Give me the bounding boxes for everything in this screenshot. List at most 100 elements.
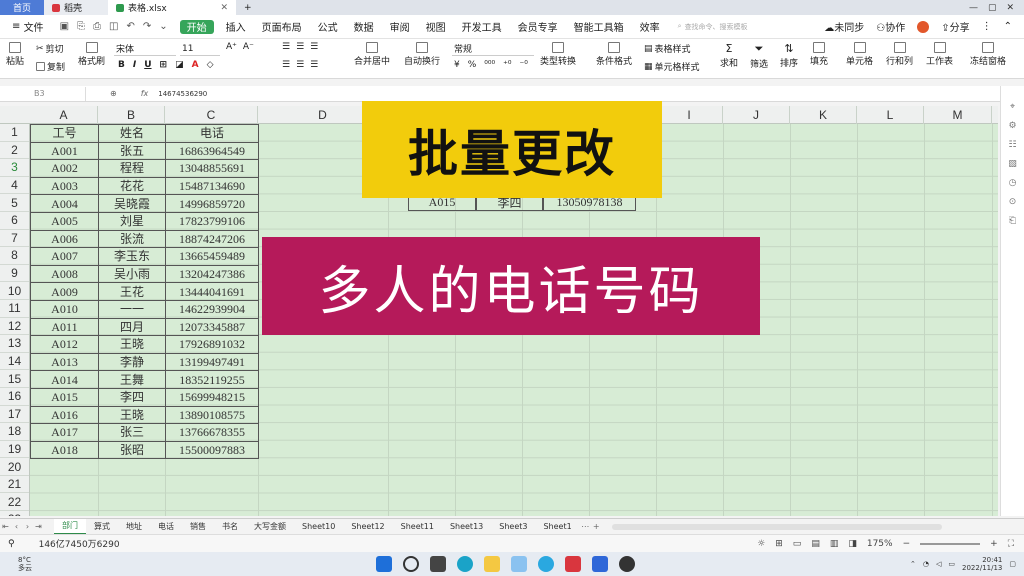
table-cell[interactable]: A005	[30, 211, 99, 231]
fill-color-icon[interactable]: ◪	[175, 60, 184, 70]
table-header-cell[interactable]: 姓名	[98, 124, 166, 143]
table-cell[interactable]: A008	[30, 264, 99, 284]
task-view-icon[interactable]	[430, 556, 446, 572]
table-cell[interactable]: 一一	[98, 299, 166, 319]
table-cell[interactable]: 14996859720	[165, 194, 259, 213]
menu-page-layout[interactable]: 页面布局	[254, 15, 310, 39]
table-cell[interactable]: A002	[30, 159, 99, 178]
table-cell[interactable]: 15500097883	[165, 440, 259, 460]
more-icon[interactable]: ⋮	[982, 21, 992, 32]
row-header-21[interactable]: 21	[0, 476, 29, 494]
sheet-tab[interactable]: Sheet11	[393, 519, 442, 535]
network-icon[interactable]: ◔	[923, 560, 929, 568]
tray-chevron-icon[interactable]: ⌃	[910, 560, 916, 568]
table-cell[interactable]: 13665459489	[165, 247, 259, 266]
menu-member[interactable]: 会员专享	[510, 15, 566, 39]
cell-button[interactable]: 单元格	[846, 42, 873, 67]
side-style-icon[interactable]: ⚙	[1008, 121, 1016, 131]
row-header-4[interactable]: 4	[0, 177, 29, 195]
row-header-5[interactable]: 5	[0, 194, 29, 212]
table-cell[interactable]: A003	[30, 176, 99, 196]
table-cell[interactable]: 13199497491	[165, 352, 259, 372]
column-header-a[interactable]: A	[30, 106, 98, 124]
font-family-select[interactable]: 宋体	[114, 42, 176, 56]
horizontal-scrollbar[interactable]	[611, 523, 942, 530]
reading-icon[interactable]: ◨	[848, 539, 857, 549]
sheet-tab[interactable]: 算式	[86, 519, 118, 535]
side-clock-icon[interactable]: ◷	[1009, 178, 1017, 188]
zoom-level[interactable]: 175%	[867, 539, 893, 549]
search-taskbar-icon[interactable]	[403, 556, 419, 572]
sort-button[interactable]: ⇅ 排序	[780, 42, 798, 69]
table-cell[interactable]: A013	[30, 352, 99, 372]
menu-start[interactable]: 开始	[179, 19, 214, 34]
sheet-tab[interactable]: 大写金额	[246, 519, 294, 535]
fx-icon[interactable]: fx	[141, 89, 149, 98]
table-cell[interactable]: 张昭	[98, 440, 166, 460]
menu-review[interactable]: 审阅	[382, 15, 418, 39]
table-cell[interactable]: 张流	[98, 229, 166, 249]
windows-start-icon[interactable]	[376, 556, 392, 572]
wrap-text-button[interactable]: 自动换行	[404, 42, 440, 67]
row-header-1[interactable]: 1	[0, 124, 29, 142]
row-header-23[interactable]: 23	[0, 511, 29, 516]
tab-home[interactable]: 首页	[0, 0, 44, 15]
table-style-button[interactable]: ▤ 表格样式	[644, 42, 691, 56]
number-format-select[interactable]: 常规	[452, 42, 534, 56]
normal-view-icon[interactable]: ▭	[793, 539, 802, 549]
sheet-tab[interactable]: Sheet1	[535, 519, 579, 535]
decimal-decrease-icon[interactable]: ⁻⁰	[519, 60, 527, 70]
sheet-tab[interactable]: 书名	[214, 519, 246, 535]
fullscreen-icon[interactable]: ⛶	[1008, 539, 1014, 549]
table-cell[interactable]: 17823799106	[165, 211, 259, 231]
export-icon[interactable]: ⎘	[77, 21, 85, 32]
store-icon[interactable]	[511, 556, 527, 572]
row-header-20[interactable]: 20	[0, 458, 29, 476]
table-cell[interactable]: 15699948215	[165, 387, 259, 407]
menu-insert[interactable]: 插入	[218, 15, 254, 39]
column-header-b[interactable]: B	[98, 106, 165, 124]
conditional-format-button[interactable]: 条件格式	[596, 42, 632, 67]
table-cell[interactable]: 吴小雨	[98, 264, 166, 284]
table-cell[interactable]: 16863964549	[165, 141, 259, 161]
table-cell[interactable]: 王花	[98, 282, 166, 301]
paste-button[interactable]: 粘贴	[6, 42, 24, 67]
zoom-search-icon[interactable]: ⊕	[110, 89, 117, 98]
worksheet-button[interactable]: 工作表	[926, 42, 953, 67]
side-select-icon[interactable]: ⌖	[1010, 102, 1015, 112]
app-icon[interactable]	[538, 556, 554, 572]
fill-button[interactable]: 填充	[810, 42, 828, 67]
percent-icon[interactable]: %	[468, 60, 477, 70]
row-header-2[interactable]: 2	[0, 142, 29, 160]
column-header-m[interactable]: M	[924, 106, 992, 124]
collab-button[interactable]: ⚇协作	[876, 19, 905, 34]
sum-button[interactable]: Σ 求和	[720, 42, 738, 69]
weather-widget[interactable]: 8°C 多云	[18, 556, 32, 572]
column-header-l[interactable]: L	[857, 106, 924, 124]
currency-icon[interactable]: ¥	[454, 60, 460, 70]
page-break-icon[interactable]: ▤	[811, 539, 820, 549]
table-cell[interactable]: 王晓	[98, 335, 166, 354]
table-cell[interactable]: A007	[30, 247, 99, 266]
page-layout-icon[interactable]: ▥	[830, 539, 839, 549]
table-cell[interactable]: A011	[30, 317, 99, 337]
row-header-6[interactable]: 6	[0, 212, 29, 230]
align-left-icon[interactable]: ☰	[282, 60, 290, 70]
table-cell[interactable]: A018	[30, 440, 99, 460]
font-color-button[interactable]: A	[192, 60, 199, 70]
zoom-out-icon[interactable]: −	[903, 539, 911, 549]
table-cell[interactable]: 吴晓霞	[98, 194, 166, 213]
row-col-button[interactable]: 行和列	[886, 42, 913, 67]
row-header-19[interactable]: 19	[0, 441, 29, 459]
align-top-icon[interactable]: ☰	[282, 42, 290, 52]
row-header-18[interactable]: 18	[0, 423, 29, 441]
name-box[interactable]: B3	[0, 86, 86, 101]
table-cell[interactable]: 13444041691	[165, 282, 259, 301]
freeze-panes-button[interactable]: 冻结窗格	[970, 42, 1006, 67]
row-header-3[interactable]: 3	[0, 159, 29, 177]
row-header-15[interactable]: 15	[0, 370, 29, 388]
table-cell[interactable]: 刘星	[98, 211, 166, 231]
sheet-tab[interactable]: 部门	[54, 518, 86, 535]
sheet-tab[interactable]: 地址	[118, 519, 150, 535]
table-cell[interactable]: 李玉东	[98, 247, 166, 266]
